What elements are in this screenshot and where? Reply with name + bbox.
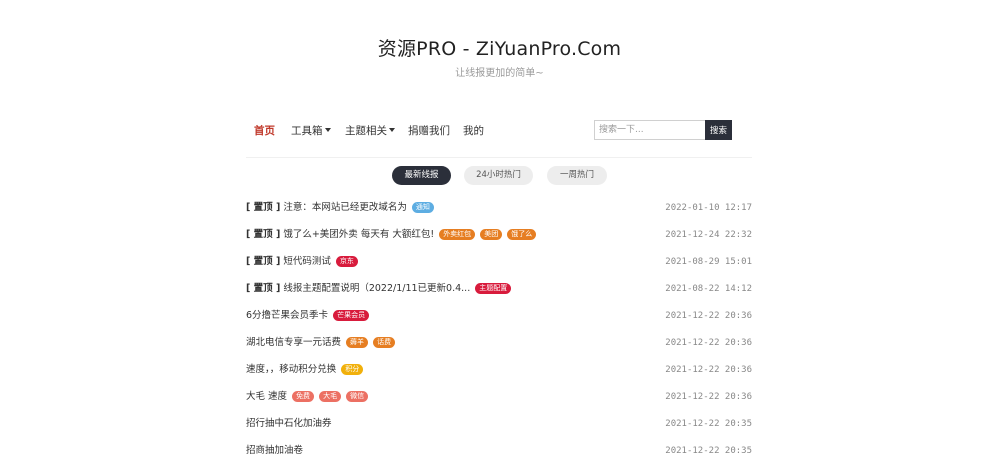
tag-badge[interactable]: 免费: [292, 391, 315, 402]
post-time: 2021-12-22 20:36: [665, 365, 752, 375]
tab-latest[interactable]: 最新线报: [392, 166, 451, 185]
post-row: [ 置顶 ] 饿了么+美团外卖 每天有 大额红包! 外卖红包 美团 饿了么 20…: [246, 226, 752, 244]
tag-badge[interactable]: 主题配置: [475, 283, 512, 294]
caret-down-icon: [389, 128, 395, 132]
post-row: 招商抽加油卷 2021-12-22 20:35: [246, 442, 752, 460]
pinned-label: [ 置顶 ]: [246, 256, 281, 267]
nav-item-theme[interactable]: 主题相关: [345, 123, 395, 138]
tag-badge[interactable]: 大毛: [319, 391, 342, 402]
caret-down-icon: [324, 128, 331, 132]
post-time: 2022-01-10 12:17: [665, 203, 752, 213]
nav-item-mine[interactable]: 我的: [463, 123, 484, 138]
tag-badge[interactable]: 饿了么: [507, 229, 537, 240]
post-time: 2021-12-24 22:32: [665, 230, 752, 240]
nav-item-home[interactable]: 首页: [254, 123, 275, 138]
tag-badge[interactable]: 微信: [346, 391, 369, 402]
post-row: [ 置顶 ] 短代码测试 京东 2021-08-29 15:01: [246, 253, 752, 271]
tag-badge[interactable]: 话费: [373, 337, 396, 348]
post-title[interactable]: 大毛 速度: [246, 391, 287, 402]
post-row: 招行抽中石化加油券 2021-12-22 20:35: [246, 415, 752, 433]
pinned-label: [ 置顶 ]: [246, 283, 281, 294]
post-title[interactable]: 注意：本网站已经更改域名为: [283, 202, 407, 213]
site-title: 资源PRO - ZiYuanPro.Com: [377, 38, 622, 60]
post-title[interactable]: 饿了么+美团外卖 每天有 大额红包!: [283, 229, 434, 240]
pinned-label: [ 置顶 ]: [246, 202, 281, 213]
nav-item-toolbox[interactable]: 工具箱: [291, 123, 331, 138]
nav-item-donate[interactable]: 捐赠我们: [408, 123, 450, 138]
tag-badge[interactable]: 京东: [335, 256, 358, 267]
tag-badge[interactable]: 薅羊: [346, 337, 369, 348]
post-title[interactable]: 速度，，移动积分兑换: [246, 364, 336, 375]
tab-24h-hot[interactable]: 24小时热门: [464, 166, 533, 185]
post-row: 速度，，移动积分兑换 积分 2021-12-22 20:36: [246, 361, 752, 379]
tag-badge[interactable]: 积分: [341, 364, 364, 375]
post-title[interactable]: 6分撸芒果会员季卡: [246, 310, 328, 321]
nav-divider: [246, 157, 752, 158]
tag-badge[interactable]: 通知: [411, 202, 434, 213]
tag-badge[interactable]: 美团: [480, 229, 503, 240]
post-row: 湖北电信专享一元话费 薅羊 话费 2021-12-22 20:36: [246, 334, 752, 352]
post-time: 2021-08-22 14:12: [665, 284, 752, 294]
post-title[interactable]: 线报主题配置说明（2022/1/11已更新0.4...: [283, 283, 470, 294]
search-input[interactable]: [594, 120, 706, 140]
post-title[interactable]: 短代码测试: [283, 256, 331, 267]
post-time: 2021-12-22 20:36: [665, 392, 752, 402]
pinned-label: [ 置顶 ]: [246, 229, 281, 240]
post-row: 大毛 速度 免费 大毛 微信 2021-12-22 20:36: [246, 388, 752, 406]
search-button[interactable]: 搜索: [705, 120, 732, 140]
post-title[interactable]: 湖北电信专享一元话费: [246, 337, 341, 348]
post-time: 2021-12-22 20:35: [665, 419, 752, 429]
post-title[interactable]: 招商抽加油卷: [246, 445, 303, 456]
site-subtitle: 让线报更加的简单~: [455, 68, 544, 79]
post-time: 2021-12-22 20:35: [665, 446, 752, 456]
post-time: 2021-12-22 20:36: [665, 311, 752, 321]
tag-badge[interactable]: 外卖红包: [439, 229, 476, 240]
main-navbar: 首页 工具箱 主题相关 捐赠我们 我的 搜索: [246, 118, 734, 144]
post-time: 2021-12-22 20:36: [665, 338, 752, 348]
post-row: [ 置顶 ] 注意：本网站已经更改域名为 通知 2022-01-10 12:17: [246, 199, 752, 217]
post-row: 6分撸芒果会员季卡 芒果会员 2021-12-22 20:36: [246, 307, 752, 325]
post-title[interactable]: 招行抽中石化加油券: [246, 418, 332, 429]
post-row: [ 置顶 ] 线报主题配置说明（2022/1/11已更新0.4... 主题配置 …: [246, 280, 752, 298]
tag-badge[interactable]: 芒果会员: [333, 310, 370, 321]
post-time: 2021-08-29 15:01: [665, 257, 752, 267]
tab-week-hot[interactable]: 一周热门: [547, 166, 607, 185]
